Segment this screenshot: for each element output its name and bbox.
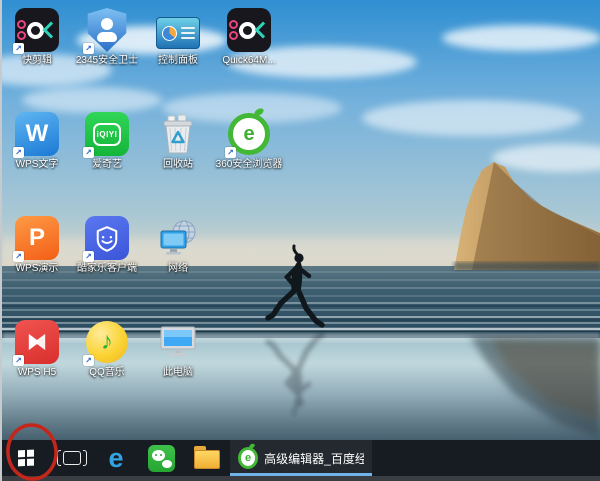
file-explorer-icon xyxy=(194,450,220,469)
task-view-icon xyxy=(63,451,81,465)
desktop-icon-label: 此电脑 xyxy=(163,367,193,379)
desktop-icon-label: 爱奇艺 xyxy=(92,159,122,171)
windows-logo-icon xyxy=(18,450,34,466)
edge-icon: e xyxy=(108,445,123,472)
desktop-icon-label: QQ音乐 xyxy=(89,367,125,379)
desktop-icon-label: 网络 xyxy=(168,263,188,275)
desktop-icon-wps-writer[interactable]: W ↗ WPS文字 xyxy=(2,112,72,171)
network-icon xyxy=(156,216,200,260)
shortcut-arrow-icon: ↗ xyxy=(13,43,24,54)
shortcut-arrow-icon: ↗ xyxy=(13,251,24,262)
desktop-icon-label: 控制面板 xyxy=(158,55,198,67)
wechat-icon xyxy=(148,445,175,472)
shortcut-arrow-icon: ↗ xyxy=(83,147,94,158)
window-button-advanced-editor[interactable]: e 高级编辑器_百度经... xyxy=(230,440,372,476)
desktop-icon-quick-editor[interactable]: ↗ 快剪辑 xyxy=(2,8,72,67)
start-button[interactable] xyxy=(2,440,50,476)
desktop-icon-iqiyi[interactable]: iQIYI ↗ 爱奇艺 xyxy=(72,112,142,171)
desktop-icon-2345-guard[interactable]: ↗ 2345安全卫士 xyxy=(72,8,142,67)
desktop-icon-kujiale[interactable]: ↗ 酷家乐客户端 xyxy=(72,216,142,275)
shortcut-arrow-icon: ↗ xyxy=(225,147,236,158)
desktop-icon-label: WPS H5 xyxy=(18,367,56,379)
shortcut-arrow-icon: ↗ xyxy=(83,355,94,366)
desktop-icon-label: 回收站 xyxy=(163,159,193,171)
desktop-icon-control-panel[interactable]: 控制面板 xyxy=(143,8,213,67)
desktop-icon-label: Quick64M... xyxy=(222,55,275,67)
window-button-label: 高级编辑器_百度经... xyxy=(264,450,364,467)
desktop-icon-wps-presentation[interactable]: P ↗ WPS演示 xyxy=(2,216,72,275)
this-pc-icon xyxy=(156,320,200,364)
quick-editor-icon xyxy=(227,8,271,52)
desktop-icon-360-browser[interactable]: e ↗ 360安全浏览器 xyxy=(214,112,284,171)
desktop-icon-label: 360安全浏览器 xyxy=(216,159,283,171)
shortcut-arrow-icon: ↗ xyxy=(83,251,94,262)
desktop-icon-network[interactable]: 网络 xyxy=(143,216,213,275)
wechat-taskbar-button[interactable] xyxy=(138,440,184,476)
desktop-icon-label: 酷家乐客户端 xyxy=(77,263,137,275)
360-browser-icon: e xyxy=(238,447,258,469)
desktop-icon-label: 2345安全卫士 xyxy=(76,55,138,67)
desktop-icon-this-pc[interactable]: 此电脑 xyxy=(143,320,213,379)
screenshot-bottom-border xyxy=(2,476,600,481)
desktop-icon-qq-music[interactable]: ♪ ↗ QQ音乐 xyxy=(72,320,142,379)
desktop-screenshot: ↗ 快剪辑 ↗ 2345安全卫士 控制面板 Quick64M... W ↗ WP… xyxy=(0,0,600,481)
shortcut-arrow-icon: ↗ xyxy=(83,43,94,54)
desktop-icon-label: WPS演示 xyxy=(16,263,59,275)
desktop-icon-label: 快剪辑 xyxy=(22,55,52,67)
taskbar: e e 高级编辑器_百度经... xyxy=(2,440,600,476)
file-explorer-taskbar-button[interactable] xyxy=(184,440,230,476)
control-panel-icon xyxy=(156,17,200,49)
desktop-icon-quick64m[interactable]: Quick64M... xyxy=(214,8,284,67)
desktop-icon-wps-h5[interactable]: ↗ WPS H5 xyxy=(2,320,72,379)
task-view-button[interactable] xyxy=(50,440,94,476)
desktop-icon-recycle-bin[interactable]: 回收站 xyxy=(143,112,213,171)
shortcut-arrow-icon: ↗ xyxy=(13,147,24,158)
desktop-icon-label: WPS文字 xyxy=(16,159,59,171)
shortcut-arrow-icon: ↗ xyxy=(13,355,24,366)
edge-taskbar-button[interactable]: e xyxy=(94,440,138,476)
recycle-bin-icon xyxy=(156,112,200,156)
